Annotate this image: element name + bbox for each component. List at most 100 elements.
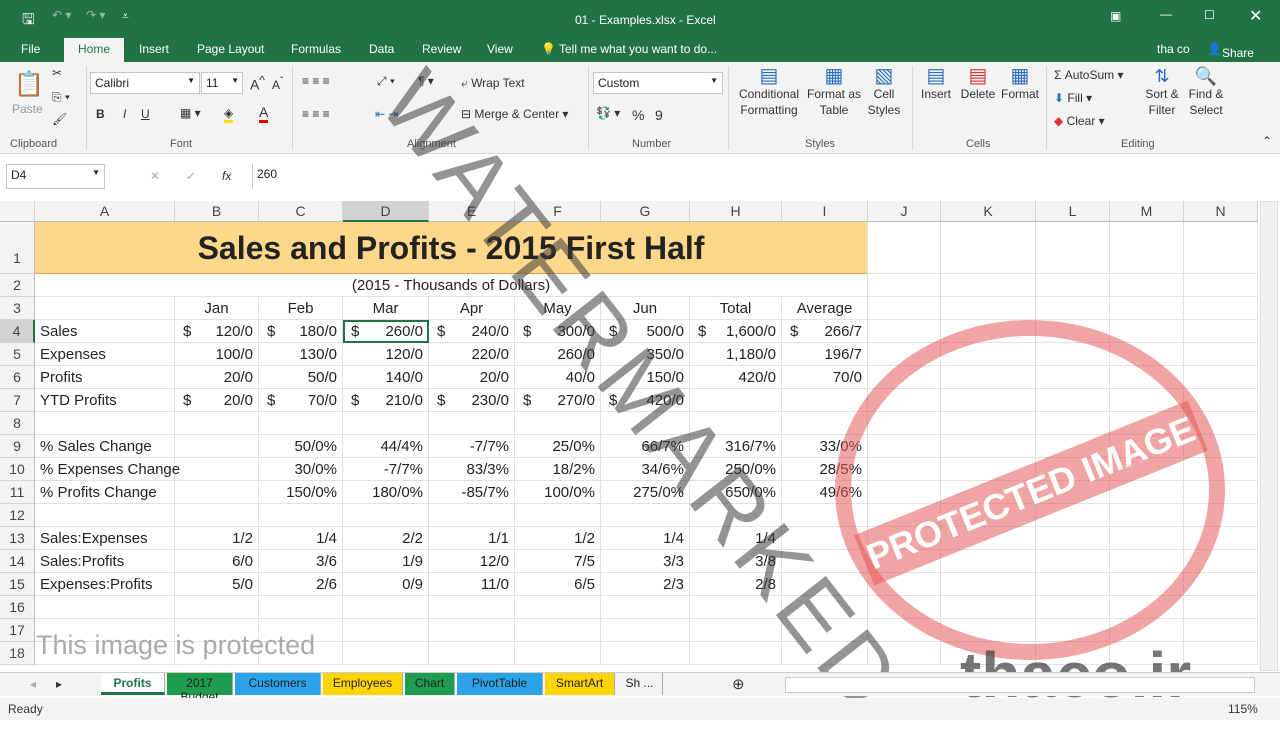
grid-cell[interactable] bbox=[941, 504, 1036, 527]
grid-cell[interactable] bbox=[782, 412, 868, 435]
merge-center-button[interactable]: ⊟ Merge & Center ▾ bbox=[461, 107, 568, 121]
indent-icon[interactable]: ⇤ ⇥ bbox=[375, 107, 398, 121]
value-cell[interactable]: 70/0 bbox=[782, 366, 868, 389]
value-cell[interactable]: 140/0 bbox=[343, 366, 429, 389]
grid-cell[interactable] bbox=[868, 412, 941, 435]
value-cell[interactable]: $210/0 bbox=[343, 389, 429, 412]
grid-cell[interactable] bbox=[601, 619, 690, 642]
grid-cell[interactable] bbox=[1036, 389, 1110, 412]
grid-cell[interactable] bbox=[1184, 642, 1258, 665]
row-header[interactable]: 15 bbox=[0, 573, 35, 596]
align-left-icon[interactable]: ≡ ≡ ≡ bbox=[302, 107, 330, 121]
value-cell[interactable]: $500/0 bbox=[601, 320, 690, 343]
column-label[interactable]: Apr bbox=[429, 297, 515, 320]
underline-button[interactable]: U bbox=[141, 107, 150, 121]
grid-cell[interactable] bbox=[868, 642, 941, 665]
grid-cell[interactable] bbox=[868, 297, 941, 320]
column-header[interactable]: E bbox=[429, 201, 515, 222]
row-header[interactable]: 7 bbox=[0, 389, 35, 412]
value-cell[interactable]: 2/3 bbox=[601, 573, 690, 596]
grid-cell[interactable] bbox=[1184, 366, 1258, 389]
grid-cell[interactable] bbox=[941, 412, 1036, 435]
grid-cell[interactable] bbox=[782, 527, 868, 550]
grid-cell[interactable] bbox=[175, 596, 259, 619]
grid-cell[interactable] bbox=[175, 435, 259, 458]
value-cell[interactable]: 11/0 bbox=[429, 573, 515, 596]
grid-cell[interactable] bbox=[515, 596, 601, 619]
grid-cell[interactable] bbox=[259, 412, 343, 435]
insert-cells-button[interactable]: ▤ Insert bbox=[918, 66, 954, 102]
vertical-scrollbar[interactable] bbox=[1260, 201, 1278, 671]
grid-cell[interactable] bbox=[1110, 412, 1184, 435]
grid-cell[interactable] bbox=[1110, 619, 1184, 642]
grid-cell[interactable] bbox=[429, 619, 515, 642]
grid-cell[interactable] bbox=[429, 412, 515, 435]
grid-cell[interactable] bbox=[941, 297, 1036, 320]
grid-cell[interactable] bbox=[941, 527, 1036, 550]
column-header[interactable]: D bbox=[343, 201, 429, 222]
redo-icon[interactable]: ↷ ▾ bbox=[86, 8, 105, 22]
grid-cell[interactable] bbox=[1184, 320, 1258, 343]
name-box[interactable]: D4 ▼ bbox=[6, 164, 105, 189]
grid-cell[interactable] bbox=[1110, 481, 1184, 504]
column-label[interactable]: May bbox=[515, 297, 601, 320]
scroll-tabs-left[interactable]: ◂ bbox=[30, 677, 36, 691]
value-cell[interactable]: 50/0% bbox=[259, 435, 343, 458]
value-cell[interactable]: 1/1 bbox=[429, 527, 515, 550]
grid-cell[interactable] bbox=[868, 389, 941, 412]
sheet-tab[interactable]: Employees bbox=[323, 673, 403, 695]
fill-button[interactable]: ⬇ Fill ▾ bbox=[1054, 91, 1092, 105]
value-cell[interactable]: 120/0 bbox=[343, 343, 429, 366]
grid-cell[interactable] bbox=[782, 596, 868, 619]
grid-cell[interactable] bbox=[941, 642, 1036, 665]
row-header[interactable]: 9 bbox=[0, 435, 35, 458]
row-label[interactable]: % Expenses Change bbox=[35, 458, 180, 481]
tab-insert[interactable]: Insert bbox=[139, 42, 169, 56]
grid-cell[interactable] bbox=[868, 435, 941, 458]
grid-cell[interactable] bbox=[1110, 573, 1184, 596]
column-header[interactable]: N bbox=[1184, 201, 1258, 222]
sheet-tab[interactable]: 2017 Budget bbox=[167, 673, 233, 704]
grid-cell[interactable] bbox=[690, 389, 782, 412]
grid-cell[interactable] bbox=[941, 343, 1036, 366]
grid-cell[interactable] bbox=[259, 504, 343, 527]
grid-cell[interactable] bbox=[690, 642, 782, 665]
row-header[interactable]: 11 bbox=[0, 481, 35, 504]
grid-cell[interactable] bbox=[1036, 435, 1110, 458]
column-header[interactable]: M bbox=[1110, 201, 1184, 222]
grid-cell[interactable] bbox=[868, 550, 941, 573]
value-cell[interactable]: 1/4 bbox=[601, 527, 690, 550]
row-header[interactable]: 5 bbox=[0, 343, 35, 366]
increase-font-icon[interactable]: A^ bbox=[250, 74, 265, 93]
row-label[interactable]: Sales bbox=[35, 320, 175, 343]
grid-cell[interactable] bbox=[782, 619, 868, 642]
value-cell[interactable]: 420/0 bbox=[690, 366, 782, 389]
grid-cell[interactable] bbox=[690, 596, 782, 619]
grid-cell[interactable] bbox=[515, 412, 601, 435]
grid-cell[interactable] bbox=[1036, 527, 1110, 550]
grid-cell[interactable] bbox=[35, 596, 175, 619]
grid-cell[interactable] bbox=[690, 412, 782, 435]
value-cell[interactable]: $270/0 bbox=[515, 389, 601, 412]
number-format-select[interactable]: Custom ▼ bbox=[593, 72, 723, 94]
value-cell[interactable]: -85/7% bbox=[429, 481, 515, 504]
grid-cell[interactable] bbox=[1036, 642, 1110, 665]
grid-cell[interactable] bbox=[941, 596, 1036, 619]
align-top-icon[interactable]: ≡ ≡ ≡ bbox=[302, 74, 330, 88]
value-cell[interactable]: $1,600/0 bbox=[690, 320, 782, 343]
format-as-table-button[interactable]: ▦ Format as Table bbox=[806, 66, 862, 118]
row-label[interactable]: Profits bbox=[35, 366, 175, 389]
undo-icon[interactable]: ↶ ▾ bbox=[52, 8, 71, 22]
share-button[interactable]: 👤 Share bbox=[1207, 42, 1254, 60]
font-name-select[interactable]: Calibri ▼ bbox=[90, 72, 200, 94]
value-cell[interactable]: 2/8 bbox=[690, 573, 782, 596]
new-sheet-icon[interactable]: ⊕ bbox=[732, 675, 745, 693]
grid-cell[interactable] bbox=[782, 504, 868, 527]
value-cell[interactable]: 5/0 bbox=[175, 573, 259, 596]
value-cell[interactable]: 33/0% bbox=[782, 435, 868, 458]
column-header[interactable]: L bbox=[1036, 201, 1110, 222]
grid-cell[interactable] bbox=[1110, 458, 1184, 481]
grid-cell[interactable] bbox=[868, 619, 941, 642]
cut-icon[interactable]: ✂ bbox=[52, 66, 62, 80]
value-cell[interactable]: 6/0 bbox=[175, 550, 259, 573]
